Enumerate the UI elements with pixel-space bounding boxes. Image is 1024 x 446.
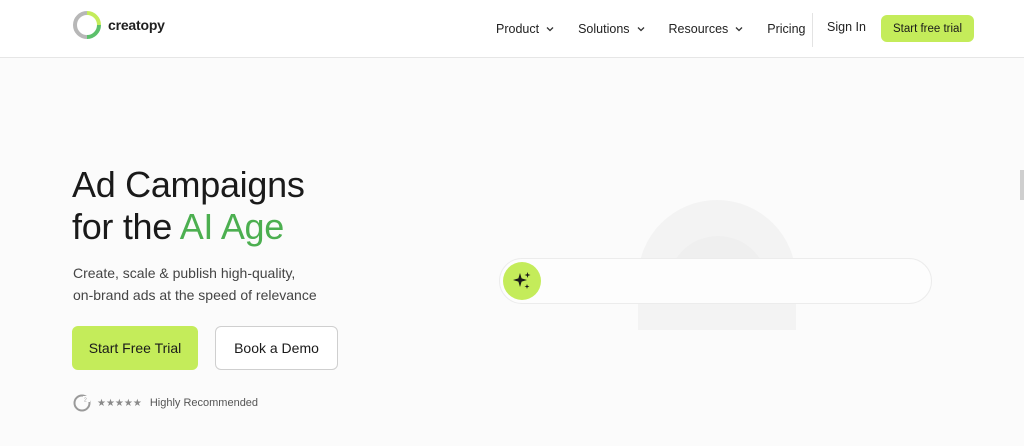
book-demo-button[interactable]: Book a Demo [215, 326, 338, 370]
creatopy-logo-icon [73, 11, 101, 39]
rating-label: Highly Recommended [149, 397, 259, 409]
main-nav: Product Solutions Resources Pricing [496, 0, 830, 57]
hero-title-accent: AI Age [179, 206, 285, 247]
svg-text:2: 2 [84, 398, 87, 404]
hero-subtitle: Create, scale & publish high-quality, on… [73, 262, 373, 306]
nav-item-label: Resources [668, 21, 729, 36]
hero-title-line2-prefix: for the [72, 206, 180, 247]
nav-item-resources[interactable]: Resources [669, 22, 744, 36]
g2-logo-icon: 2 [73, 394, 91, 412]
sparkles-icon [513, 272, 531, 289]
sign-in-link[interactable]: Sign In [827, 20, 866, 34]
ai-generate-button[interactable] [503, 262, 541, 300]
nav-item-label: Pricing [767, 21, 806, 36]
nav-item-label: Solutions [578, 21, 630, 36]
nav-divider [812, 13, 813, 47]
chevron-down-icon [637, 26, 644, 31]
logo[interactable]: creatopy [72, 10, 165, 40]
hero-title-line1: Ad Campaigns [72, 164, 305, 205]
hero-subtitle-line1: Create, scale & publish high-quality, [73, 265, 296, 281]
hero-title: Ad Campaigns for the AI Age [72, 164, 305, 248]
rating-badge: 2 ★★★★★ Highly Recommended [73, 394, 258, 412]
site-header: creatopy Product Solutions Resources Pri… [0, 0, 1024, 58]
chevron-down-icon [546, 26, 554, 31]
hero-subtitle-line2: on-brand ads at the speed of relevance [73, 287, 317, 303]
nav-item-pricing[interactable]: Pricing [767, 22, 805, 36]
start-free-trial-cta[interactable]: Start Free Trial [72, 326, 198, 370]
star-rating: ★★★★★ [97, 397, 142, 409]
nav-item-solutions[interactable]: Solutions [578, 22, 644, 36]
nav-item-product[interactable]: Product [496, 22, 554, 36]
start-free-trial-button[interactable]: Start free trial [881, 15, 974, 42]
chevron-down-icon [735, 26, 743, 31]
logo-text: creatopy [108, 17, 165, 33]
scrollbar-edge [1020, 170, 1024, 200]
nav-item-label: Product [496, 21, 540, 36]
ai-prompt-bar[interactable] [499, 258, 932, 304]
